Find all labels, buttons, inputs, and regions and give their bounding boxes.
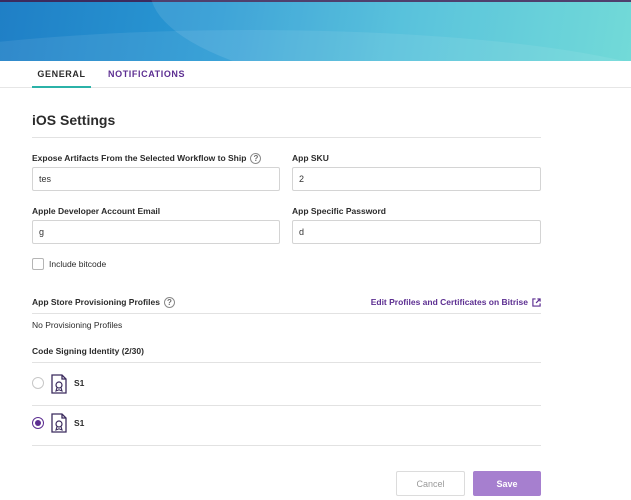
tab-notifications[interactable]: NOTIFICATIONS <box>108 61 185 88</box>
expose-artifacts-label: Expose Artifacts From the Selected Workf… <box>32 153 262 165</box>
certificate-icon <box>51 413 67 433</box>
page-title: iOS Settings <box>32 112 116 128</box>
save-button[interactable]: Save <box>473 471 541 496</box>
edit-profiles-link-text[interactable]: Edit Profiles and Certificates on Bitris… <box>371 297 528 307</box>
app-password-input[interactable] <box>292 220 541 244</box>
provisioning-label: App Store Provisioning Profiles? <box>32 297 175 309</box>
no-profiles-text: No Provisioning Profiles <box>32 320 123 330</box>
app-password-label: App Specific Password <box>292 206 386 216</box>
apple-email-label: Apple Developer Account Email <box>32 206 161 216</box>
identity-name: S1 <box>74 418 85 428</box>
edit-profiles-link[interactable]: Edit Profiles and Certificates on Bitris… <box>371 297 541 307</box>
identity-divider <box>32 405 541 406</box>
identity-radio-selected[interactable] <box>32 417 44 429</box>
title-divider <box>32 137 541 138</box>
apple-email-input[interactable] <box>32 220 280 244</box>
identity-name: S1 <box>74 378 85 388</box>
expose-artifacts-input[interactable] <box>32 167 280 191</box>
include-bitcode-label: Include bitcode <box>49 259 107 269</box>
tab-bar: GENERAL NOTIFICATIONS <box>0 61 631 88</box>
identity-divider <box>32 445 541 446</box>
help-icon[interactable]: ? <box>250 153 262 165</box>
app-sku-input[interactable] <box>292 167 541 191</box>
external-link-icon <box>532 298 541 307</box>
provisioning-label-text: App Store Provisioning Profiles <box>32 297 160 307</box>
help-icon[interactable]: ? <box>164 297 175 309</box>
signing-divider <box>32 362 541 363</box>
header-banner <box>0 0 631 61</box>
provisioning-divider <box>32 313 541 314</box>
certificate-icon <box>51 374 67 394</box>
signing-identity-label: Code Signing Identity (2/30) <box>32 346 144 356</box>
cancel-button[interactable]: Cancel <box>396 471 465 496</box>
tab-general[interactable]: GENERAL <box>32 61 91 88</box>
app-sku-label: App SKU <box>292 153 329 163</box>
expose-artifacts-label-text: Expose Artifacts From the Selected Workf… <box>32 153 247 163</box>
include-bitcode-checkbox[interactable] <box>32 258 44 270</box>
identity-radio[interactable] <box>32 377 44 389</box>
